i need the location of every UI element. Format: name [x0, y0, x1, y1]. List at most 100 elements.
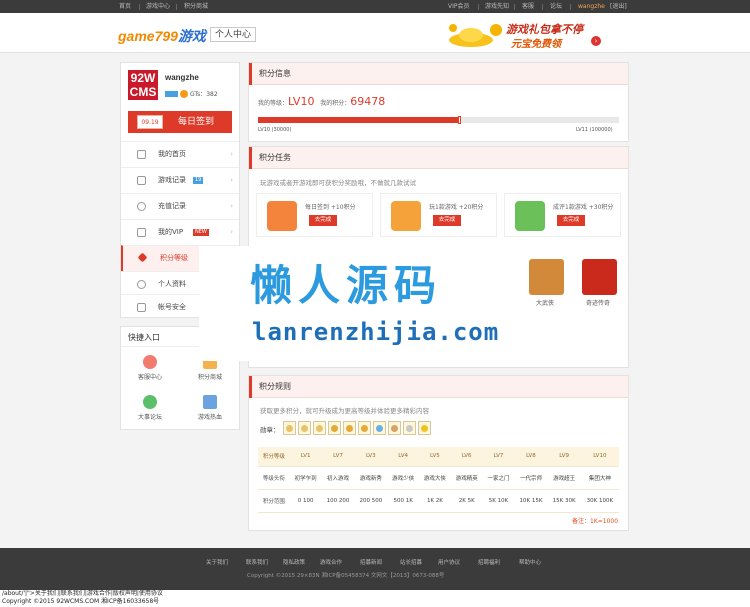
chevron-right-icon: ›	[230, 202, 233, 210]
avatar[interactable]: 92W CMS	[128, 70, 158, 100]
quick-item-forum[interactable]: 大事论坛	[121, 389, 179, 429]
quick-item-games[interactable]: 游戏热血	[181, 389, 239, 429]
sidebar-item-home[interactable]: 我的首页 ›	[121, 141, 239, 167]
task-text: 玩1款游戏 +20积分	[429, 204, 484, 211]
rules-note: 备注：1K=1000	[572, 518, 619, 525]
table-cell: 积分范围	[258, 489, 290, 513]
table-cell: 500 1K	[387, 489, 420, 513]
watermark-title: 懒人源码	[250, 261, 443, 310]
gold-ingot-icon	[459, 28, 483, 42]
sidebar-item-recharge[interactable]: 充值记录 ›	[121, 193, 239, 219]
rules-description: 获取更多积分，就可升级成为更高等级并体验更多精彩内容	[260, 407, 429, 415]
chat-icon	[143, 395, 157, 409]
logo-text-suffix: 游戏	[177, 28, 206, 44]
task-button[interactable]: 去完成	[309, 215, 337, 226]
arrow-right-icon[interactable]: ›	[591, 36, 601, 46]
footer-link[interactable]: 联系我们	[246, 558, 268, 566]
gamepad-icon	[391, 201, 421, 231]
footer-copyright: Copyright ©2015 29×83N 湘ICP备05458374 文网文…	[247, 573, 445, 579]
calendar-icon	[267, 201, 297, 231]
footer-link[interactable]: 游戏合作	[320, 558, 342, 566]
topbar-link-forum[interactable]: 论坛	[550, 0, 562, 13]
new-badge: NEW	[193, 229, 209, 236]
divider	[570, 4, 571, 10]
footer-link[interactable]: 招聘福利	[478, 558, 500, 566]
divider	[176, 4, 177, 10]
section-title: 积分任务	[249, 147, 628, 169]
section-title: 积分信息	[249, 63, 628, 85]
headset-icon	[143, 355, 157, 369]
vip-badge-icon	[165, 90, 178, 97]
divider	[514, 4, 515, 10]
sidebar-item-label: 我的首页	[158, 150, 186, 158]
table-row: 等级头衔 初学乍到 初入游戏 游戏新秀 游戏少侠 游戏大侠 游戏精英 一家之门 一代宗师 游戏超王…	[258, 466, 619, 490]
topbar-username[interactable]: wangzhe	[578, 0, 605, 13]
top-bar	[0, 0, 750, 13]
coin-icon	[449, 24, 457, 32]
task-button[interactable]: 去完成	[557, 215, 585, 226]
topbar-link-service[interactable]: 客服	[522, 0, 534, 13]
table-cell: 15K 30K	[547, 489, 581, 513]
quick-item-label: 积分商城	[197, 374, 222, 381]
task-button[interactable]: 去完成	[433, 215, 461, 226]
table-header-cell: LV3	[354, 447, 388, 467]
topbar-link-mall[interactable]: 积分商城	[184, 0, 208, 13]
table-row: 积分范围 0 100 100 200 200 500 500 1K 1K 2K 2K 5K 5…	[258, 489, 619, 513]
footer-link[interactable]: 站长招募	[400, 558, 422, 566]
coin-icon	[137, 202, 146, 211]
raw-footer-line: Copyright ©2015 92WCMS.COM 湘ICP备16033658…	[2, 598, 160, 605]
topbar-link-home[interactable]: 首页	[119, 0, 131, 13]
footer-link[interactable]: 用户协议	[438, 558, 460, 566]
star-icon	[137, 252, 148, 263]
raw-text-footer: /about/'|">关于我们|联系我们|游戏合作|版权声明|使用协议 Copyr…	[0, 590, 750, 607]
avatar-text: 92W	[130, 71, 156, 85]
topbar-link-prophet[interactable]: 游戏先知	[485, 0, 509, 13]
progress-start-label: LV10 (30000)	[258, 127, 292, 133]
gt-count: GTs：382	[190, 91, 218, 98]
game-thumbnail[interactable]	[582, 259, 617, 295]
level-row: 我的等级：LV10 我的积分：69478	[258, 95, 385, 108]
home-icon	[137, 150, 146, 159]
rules-table: 积分等级 LV1 LV7 LV3 LV4 LV5 LV6 LV7 LV8 LV9 LV10 等级头衔初…	[258, 447, 619, 513]
logout-link[interactable]: [退出]	[610, 0, 627, 13]
footer-link[interactable]: 招募新闻	[360, 558, 382, 566]
sidebar-item-vip[interactable]: 我的VIP NEW ›	[121, 219, 239, 245]
table-cell: 5K 10K	[482, 489, 515, 513]
site-footer	[0, 548, 750, 590]
medal-badge-icon	[403, 421, 416, 435]
promo-line-2: 元宝免费领	[511, 39, 561, 50]
watermark-url: lanrenzhijia.com	[252, 318, 500, 346]
topbar-link-vip[interactable]: VIP会员	[448, 0, 470, 13]
profile-name: wangzhe	[165, 73, 199, 82]
progress-fill	[258, 117, 461, 123]
game-thumbnail[interactable]	[529, 259, 564, 295]
medal-badge-icon	[358, 421, 371, 435]
table-header-cell: LV4	[387, 447, 420, 467]
signin-date: 09.19	[137, 115, 163, 129]
chevron-right-icon: ›	[230, 176, 233, 184]
medal-badge-icon	[388, 421, 401, 435]
coin-icon	[490, 24, 502, 36]
site-logo[interactable]: game799游戏	[118, 26, 206, 46]
vip-icon	[137, 228, 146, 237]
game-box-icon	[203, 395, 217, 409]
footer-link[interactable]: 关于我们	[206, 558, 228, 566]
table-cell: 集团大神	[580, 466, 619, 490]
quick-item-service[interactable]: 客服中心	[121, 349, 179, 389]
sidebar-item-game-records[interactable]: 游戏记录 19 ›	[121, 167, 239, 193]
table-header-cell: LV9	[547, 447, 581, 467]
footer-link[interactable]: 帮助中心	[519, 558, 541, 566]
quick-item-label: 游戏热血	[197, 414, 222, 421]
quick-entry-title: 快捷入口	[128, 333, 160, 342]
medal-label: 勋章：	[260, 426, 280, 434]
game-name: 奇迹传奇	[586, 300, 611, 307]
table-cell: 游戏精英	[450, 466, 483, 490]
topbar-link-games[interactable]: 游戏中心	[146, 0, 170, 13]
footer-link[interactable]: 隐私政策	[283, 558, 305, 566]
table-cell: 游戏大侠	[419, 466, 451, 490]
table-header-cell: LV8	[514, 447, 548, 467]
points-label: 我的积分：	[320, 100, 351, 107]
user-icon	[137, 280, 146, 289]
sidebar-item-label: 积分等级	[160, 254, 188, 262]
medal-badge-icon	[418, 421, 431, 435]
